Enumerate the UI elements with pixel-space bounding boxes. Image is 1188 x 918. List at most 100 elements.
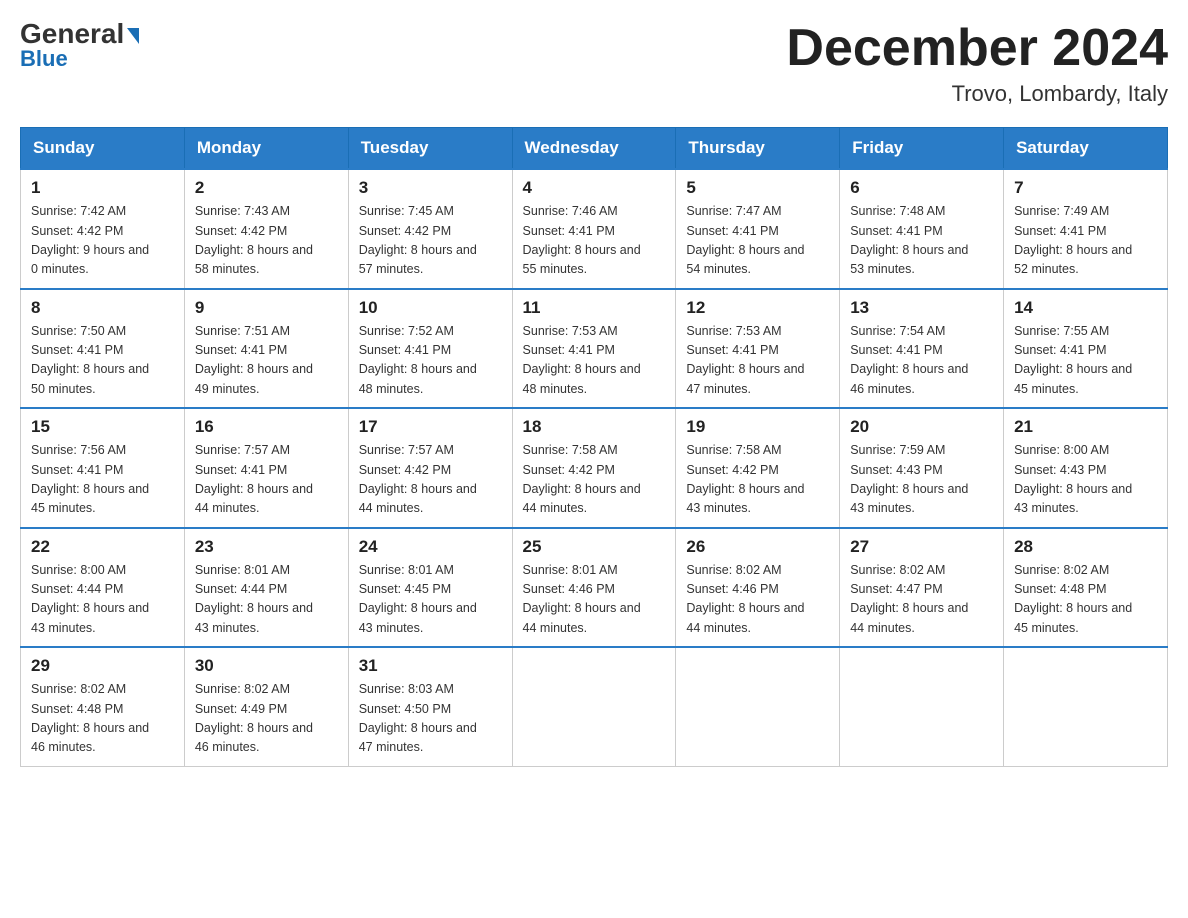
day-number: 8	[31, 298, 174, 318]
day-info: Sunrise: 7:47 AMSunset: 4:41 PMDaylight:…	[686, 202, 829, 280]
day-number: 25	[523, 537, 666, 557]
day-number: 29	[31, 656, 174, 676]
day-number: 6	[850, 178, 993, 198]
day-info: Sunrise: 7:56 AMSunset: 4:41 PMDaylight:…	[31, 441, 174, 519]
day-number: 19	[686, 417, 829, 437]
calendar-cell: 4 Sunrise: 7:46 AMSunset: 4:41 PMDayligh…	[512, 169, 676, 289]
calendar-cell	[676, 647, 840, 766]
calendar-cell: 22 Sunrise: 8:00 AMSunset: 4:44 PMDaylig…	[21, 528, 185, 648]
day-info: Sunrise: 7:45 AMSunset: 4:42 PMDaylight:…	[359, 202, 502, 280]
calendar-cell: 21 Sunrise: 8:00 AMSunset: 4:43 PMDaylig…	[1004, 408, 1168, 528]
day-info: Sunrise: 7:53 AMSunset: 4:41 PMDaylight:…	[686, 322, 829, 400]
calendar-cell: 16 Sunrise: 7:57 AMSunset: 4:41 PMDaylig…	[184, 408, 348, 528]
calendar-cell: 1 Sunrise: 7:42 AMSunset: 4:42 PMDayligh…	[21, 169, 185, 289]
calendar-cell: 28 Sunrise: 8:02 AMSunset: 4:48 PMDaylig…	[1004, 528, 1168, 648]
calendar-table: Sunday Monday Tuesday Wednesday Thursday…	[20, 127, 1168, 767]
calendar-cell: 26 Sunrise: 8:02 AMSunset: 4:46 PMDaylig…	[676, 528, 840, 648]
calendar-cell: 14 Sunrise: 7:55 AMSunset: 4:41 PMDaylig…	[1004, 289, 1168, 409]
day-number: 1	[31, 178, 174, 198]
day-number: 31	[359, 656, 502, 676]
logo-text-line1: General	[20, 20, 139, 48]
day-number: 15	[31, 417, 174, 437]
day-info: Sunrise: 8:02 AMSunset: 4:47 PMDaylight:…	[850, 561, 993, 639]
day-number: 23	[195, 537, 338, 557]
day-number: 27	[850, 537, 993, 557]
calendar-cell: 24 Sunrise: 8:01 AMSunset: 4:45 PMDaylig…	[348, 528, 512, 648]
day-number: 18	[523, 417, 666, 437]
day-info: Sunrise: 7:50 AMSunset: 4:41 PMDaylight:…	[31, 322, 174, 400]
page-header: General Blue December 2024 Trovo, Lombar…	[20, 20, 1168, 107]
day-number: 7	[1014, 178, 1157, 198]
day-number: 3	[359, 178, 502, 198]
col-friday: Friday	[840, 128, 1004, 170]
calendar-cell: 6 Sunrise: 7:48 AMSunset: 4:41 PMDayligh…	[840, 169, 1004, 289]
day-number: 20	[850, 417, 993, 437]
calendar-cell: 3 Sunrise: 7:45 AMSunset: 4:42 PMDayligh…	[348, 169, 512, 289]
day-info: Sunrise: 7:52 AMSunset: 4:41 PMDaylight:…	[359, 322, 502, 400]
day-info: Sunrise: 7:54 AMSunset: 4:41 PMDaylight:…	[850, 322, 993, 400]
calendar-cell: 29 Sunrise: 8:02 AMSunset: 4:48 PMDaylig…	[21, 647, 185, 766]
day-info: Sunrise: 7:51 AMSunset: 4:41 PMDaylight:…	[195, 322, 338, 400]
week-row-5: 29 Sunrise: 8:02 AMSunset: 4:48 PMDaylig…	[21, 647, 1168, 766]
calendar-cell: 9 Sunrise: 7:51 AMSunset: 4:41 PMDayligh…	[184, 289, 348, 409]
calendar-cell: 11 Sunrise: 7:53 AMSunset: 4:41 PMDaylig…	[512, 289, 676, 409]
day-number: 2	[195, 178, 338, 198]
calendar-cell: 13 Sunrise: 7:54 AMSunset: 4:41 PMDaylig…	[840, 289, 1004, 409]
day-info: Sunrise: 8:01 AMSunset: 4:45 PMDaylight:…	[359, 561, 502, 639]
day-info: Sunrise: 7:57 AMSunset: 4:42 PMDaylight:…	[359, 441, 502, 519]
day-number: 9	[195, 298, 338, 318]
day-info: Sunrise: 7:58 AMSunset: 4:42 PMDaylight:…	[523, 441, 666, 519]
week-row-1: 1 Sunrise: 7:42 AMSunset: 4:42 PMDayligh…	[21, 169, 1168, 289]
month-title: December 2024	[786, 20, 1168, 77]
calendar-cell: 5 Sunrise: 7:47 AMSunset: 4:41 PMDayligh…	[676, 169, 840, 289]
calendar-cell: 27 Sunrise: 8:02 AMSunset: 4:47 PMDaylig…	[840, 528, 1004, 648]
col-monday: Monday	[184, 128, 348, 170]
calendar-cell: 2 Sunrise: 7:43 AMSunset: 4:42 PMDayligh…	[184, 169, 348, 289]
day-info: Sunrise: 7:43 AMSunset: 4:42 PMDaylight:…	[195, 202, 338, 280]
calendar-cell: 15 Sunrise: 7:56 AMSunset: 4:41 PMDaylig…	[21, 408, 185, 528]
col-tuesday: Tuesday	[348, 128, 512, 170]
day-info: Sunrise: 8:03 AMSunset: 4:50 PMDaylight:…	[359, 680, 502, 758]
calendar-header-row: Sunday Monday Tuesday Wednesday Thursday…	[21, 128, 1168, 170]
day-info: Sunrise: 7:59 AMSunset: 4:43 PMDaylight:…	[850, 441, 993, 519]
col-thursday: Thursday	[676, 128, 840, 170]
calendar-cell: 23 Sunrise: 8:01 AMSunset: 4:44 PMDaylig…	[184, 528, 348, 648]
day-info: Sunrise: 8:02 AMSunset: 4:48 PMDaylight:…	[1014, 561, 1157, 639]
calendar-cell: 12 Sunrise: 7:53 AMSunset: 4:41 PMDaylig…	[676, 289, 840, 409]
day-info: Sunrise: 7:57 AMSunset: 4:41 PMDaylight:…	[195, 441, 338, 519]
calendar-cell	[512, 647, 676, 766]
day-info: Sunrise: 7:53 AMSunset: 4:41 PMDaylight:…	[523, 322, 666, 400]
day-info: Sunrise: 8:00 AMSunset: 4:44 PMDaylight:…	[31, 561, 174, 639]
day-info: Sunrise: 8:01 AMSunset: 4:46 PMDaylight:…	[523, 561, 666, 639]
calendar-cell: 10 Sunrise: 7:52 AMSunset: 4:41 PMDaylig…	[348, 289, 512, 409]
day-number: 30	[195, 656, 338, 676]
day-info: Sunrise: 7:42 AMSunset: 4:42 PMDaylight:…	[31, 202, 174, 280]
day-number: 26	[686, 537, 829, 557]
day-info: Sunrise: 7:55 AMSunset: 4:41 PMDaylight:…	[1014, 322, 1157, 400]
day-info: Sunrise: 8:01 AMSunset: 4:44 PMDaylight:…	[195, 561, 338, 639]
calendar-cell: 30 Sunrise: 8:02 AMSunset: 4:49 PMDaylig…	[184, 647, 348, 766]
day-number: 17	[359, 417, 502, 437]
day-info: Sunrise: 7:46 AMSunset: 4:41 PMDaylight:…	[523, 202, 666, 280]
calendar-cell: 20 Sunrise: 7:59 AMSunset: 4:43 PMDaylig…	[840, 408, 1004, 528]
calendar-cell	[1004, 647, 1168, 766]
col-wednesday: Wednesday	[512, 128, 676, 170]
day-info: Sunrise: 8:02 AMSunset: 4:48 PMDaylight:…	[31, 680, 174, 758]
day-info: Sunrise: 7:48 AMSunset: 4:41 PMDaylight:…	[850, 202, 993, 280]
day-number: 28	[1014, 537, 1157, 557]
day-number: 12	[686, 298, 829, 318]
logo: General Blue	[20, 20, 139, 72]
calendar-cell: 17 Sunrise: 7:57 AMSunset: 4:42 PMDaylig…	[348, 408, 512, 528]
title-area: December 2024 Trovo, Lombardy, Italy	[786, 20, 1168, 107]
calendar-cell: 31 Sunrise: 8:03 AMSunset: 4:50 PMDaylig…	[348, 647, 512, 766]
day-number: 24	[359, 537, 502, 557]
day-info: Sunrise: 8:00 AMSunset: 4:43 PMDaylight:…	[1014, 441, 1157, 519]
day-number: 13	[850, 298, 993, 318]
col-sunday: Sunday	[21, 128, 185, 170]
logo-text-line2: Blue	[20, 46, 68, 72]
calendar-cell: 18 Sunrise: 7:58 AMSunset: 4:42 PMDaylig…	[512, 408, 676, 528]
col-saturday: Saturday	[1004, 128, 1168, 170]
calendar-cell	[840, 647, 1004, 766]
calendar-cell: 25 Sunrise: 8:01 AMSunset: 4:46 PMDaylig…	[512, 528, 676, 648]
week-row-3: 15 Sunrise: 7:56 AMSunset: 4:41 PMDaylig…	[21, 408, 1168, 528]
